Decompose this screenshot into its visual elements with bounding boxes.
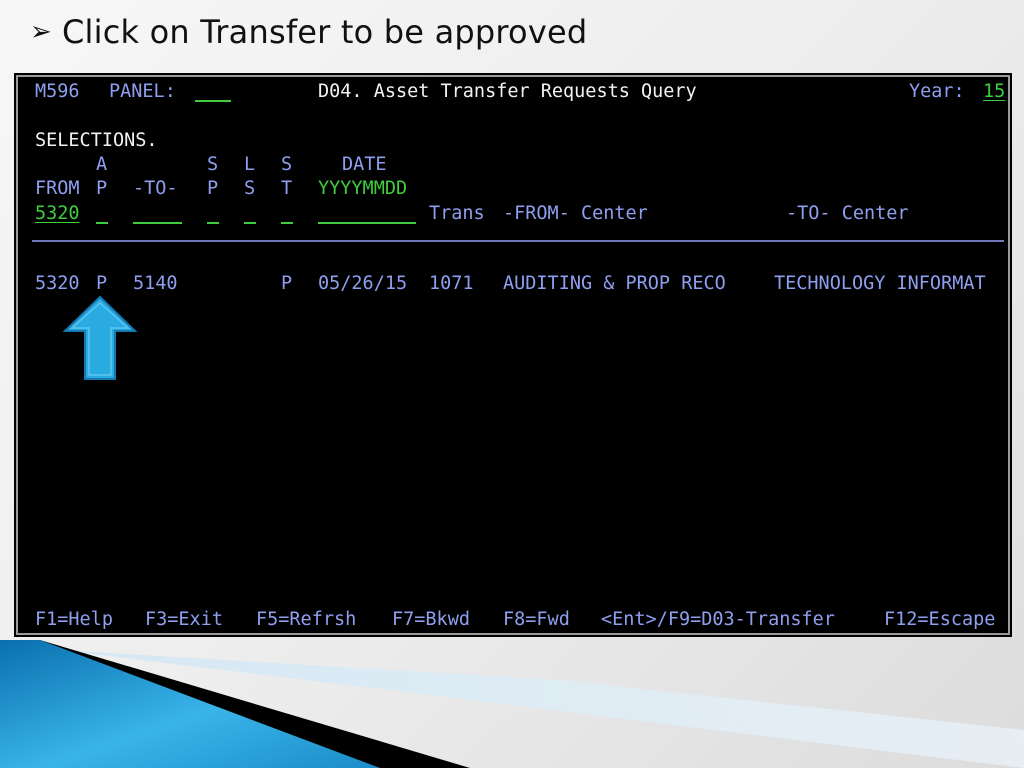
terminal-screen: M596 PANEL: D04. Asset Transfer Requests… — [24, 80, 1005, 630]
date-input[interactable] — [318, 222, 416, 224]
row-date: 05/26/15 — [318, 273, 408, 294]
header-ls-2: S — [244, 178, 256, 199]
header-ap-1: A — [96, 154, 108, 175]
decorative-swoosh — [0, 640, 1024, 768]
selections-label: SELECTIONS. — [35, 130, 158, 151]
row-st: P — [281, 273, 293, 294]
screen-title: D04. Asset Transfer Requests Query — [318, 81, 697, 102]
st-input[interactable] — [281, 222, 293, 224]
header-from-center: -FROM- Center — [503, 203, 648, 224]
row-from: 5320 — [35, 273, 80, 294]
arrowhead-bullet-icon: ➢ — [30, 17, 52, 47]
row-to: 5140 — [133, 273, 178, 294]
header-st-2: T — [281, 178, 293, 199]
instruction-text: Click on Transfer to be approved — [62, 13, 588, 51]
from-input[interactable]: 5320 — [35, 202, 80, 227]
header-from: FROM — [35, 178, 80, 199]
header-ap-2: P — [96, 178, 108, 199]
year-label: Year: — [909, 81, 965, 102]
header-date-format: YYYYMMDD — [318, 178, 408, 199]
slide-instruction: ➢ Click on Transfer to be approved — [30, 10, 587, 54]
panel-label: PANEL: — [109, 81, 176, 102]
to-input[interactable] — [133, 222, 182, 224]
header-sp-2: P — [207, 178, 219, 199]
row-ap-status[interactable]: P — [96, 272, 107, 297]
header-to-center: -TO- Center — [786, 203, 909, 224]
header-ls-1: L — [244, 154, 256, 175]
header-to: -TO- — [133, 178, 178, 199]
row-to-center: TECHNOLOGY INFORMAT — [774, 273, 986, 294]
sp-input[interactable] — [207, 222, 219, 224]
ap-input[interactable] — [96, 222, 108, 224]
terminal-window: M596 PANEL: D04. Asset Transfer Requests… — [14, 73, 1012, 637]
row-from-center: AUDITING & PROP RECO — [503, 273, 726, 294]
row-trans[interactable]: 1071 — [429, 272, 474, 297]
header-sp-1: S — [207, 154, 219, 175]
up-arrow-icon — [62, 295, 138, 380]
ls-input[interactable] — [244, 222, 256, 224]
panel-input[interactable] — [195, 100, 231, 102]
program-id: M596 — [35, 81, 80, 102]
separator-line — [32, 240, 1004, 242]
year-input[interactable]: 15 — [983, 80, 1005, 105]
header-st-1: S — [281, 154, 293, 175]
header-date-1: DATE — [342, 154, 387, 175]
header-trans: Trans — [429, 203, 485, 224]
